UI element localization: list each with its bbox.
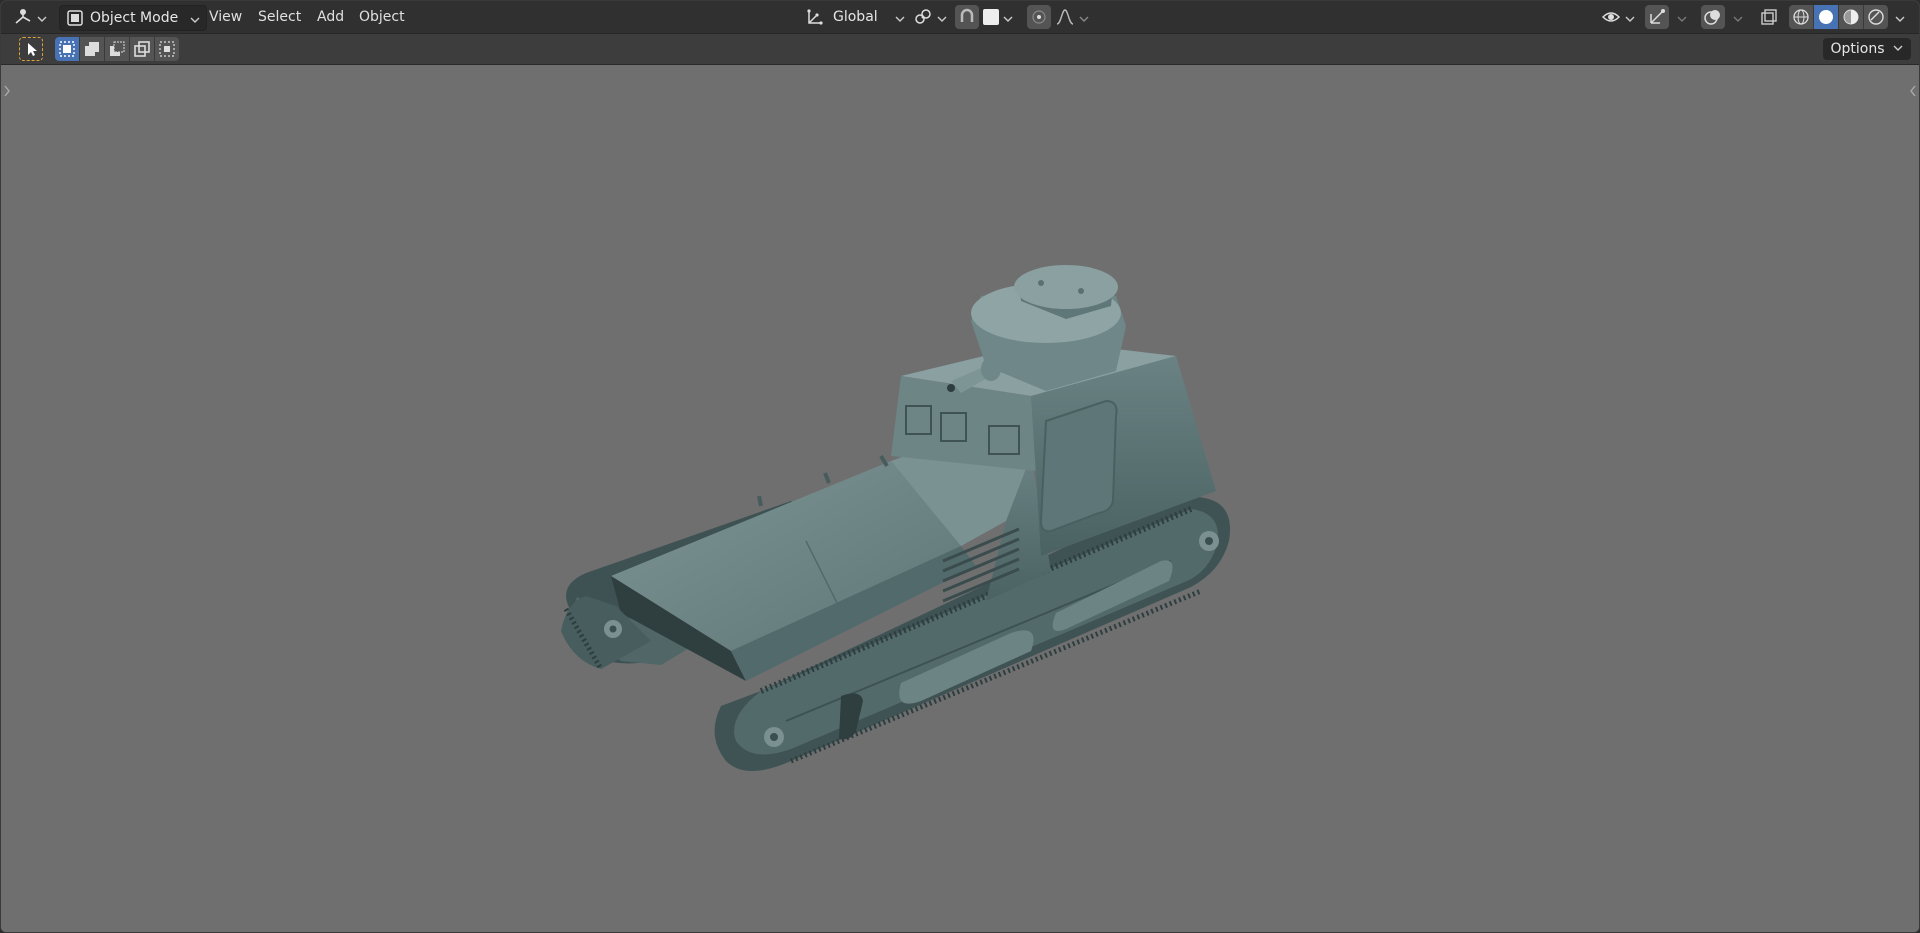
overlay-dropdown[interactable] <box>1729 5 1745 29</box>
rendered-shading-icon <box>1866 7 1886 27</box>
material-shading-button[interactable] <box>1839 5 1864 29</box>
menu-add[interactable]: Add <box>311 5 350 29</box>
solid-shading-icon <box>1816 7 1836 27</box>
pivot-point-dropdown[interactable] <box>913 5 949 29</box>
visibility-dropdown[interactable] <box>1601 5 1637 29</box>
mode-dropdown[interactable]: Object Mode <box>59 5 207 31</box>
orientation-axes-icon <box>805 7 825 27</box>
subtract-selection-icon <box>107 39 127 59</box>
set-new-selection-button[interactable] <box>55 37 80 61</box>
options-dropdown[interactable]: Options <box>1822 38 1911 60</box>
menu-object[interactable]: Object <box>353 5 411 29</box>
chevron-down-icon <box>37 12 47 22</box>
chevron-down-icon <box>1895 12 1905 22</box>
chevron-down-icon <box>1003 12 1013 22</box>
transform-orientation-dropdown[interactable]: Global <box>805 5 905 29</box>
proportional-edit-icon <box>1029 7 1049 27</box>
xray-toggle-button[interactable] <box>1757 5 1781 29</box>
shading-mode-group <box>1789 5 1888 29</box>
snap-toggle-button[interactable] <box>955 5 979 29</box>
active-tool-button[interactable] <box>19 37 43 61</box>
material-shading-icon <box>1841 7 1861 27</box>
object-mode-icon <box>66 9 84 27</box>
intersect-selection-button[interactable] <box>155 37 179 61</box>
proportional-edit-button[interactable] <box>1027 5 1051 29</box>
xray-icon <box>1759 7 1779 27</box>
menu-select[interactable]: Select <box>252 5 307 29</box>
shading-dropdown[interactable] <box>1891 5 1907 29</box>
3d-viewport[interactable] <box>1 65 1919 933</box>
invert-selection-icon <box>132 39 152 59</box>
gizmo-toggle-button[interactable] <box>1645 5 1669 29</box>
editor-type-button[interactable] <box>13 5 51 29</box>
extend-selection-icon <box>82 39 102 59</box>
chevron-down-icon <box>1677 12 1687 22</box>
extend-selection-button[interactable] <box>80 37 105 61</box>
blender-window: Object Mode View Select Add Object Globa… <box>0 0 1920 933</box>
gizmo-icon <box>1647 7 1667 27</box>
gizmo-dropdown[interactable] <box>1673 5 1689 29</box>
eye-visibility-icon <box>1601 7 1621 27</box>
falloff-curve-icon <box>1055 7 1075 27</box>
snap-icon <box>957 7 977 27</box>
chevron-down-icon <box>1625 12 1635 22</box>
chevron-down-icon <box>895 12 905 22</box>
options-label: Options <box>1830 41 1885 57</box>
set-new-selection-icon <box>57 39 77 59</box>
wireframe-shading-button[interactable] <box>1789 5 1814 29</box>
chevron-down-icon <box>1079 12 1089 22</box>
mode-label: Object Mode <box>90 10 179 26</box>
falloff-dropdown[interactable] <box>1055 5 1091 29</box>
orientation-label: Global <box>833 9 878 25</box>
select-box-tool-icon <box>21 39 41 59</box>
chevron-down-icon <box>937 12 947 22</box>
overlay-toggle-button[interactable] <box>1701 5 1725 29</box>
tank-turret <box>947 265 1126 393</box>
chevron-down-icon <box>190 13 200 23</box>
overlay-icon <box>1703 7 1723 27</box>
subtract-selection-button[interactable] <box>105 37 130 61</box>
selection-mode-group <box>55 37 179 61</box>
chevron-down-icon <box>1893 38 1903 51</box>
tool-settings-bar: Options <box>1 34 1919 65</box>
intersect-selection-icon <box>157 39 177 59</box>
wireframe-shading-icon <box>1791 7 1811 27</box>
solid-shading-button[interactable] <box>1814 5 1839 29</box>
snap-target-dropdown[interactable] <box>983 5 1019 29</box>
pivot-link-icon <box>913 7 933 27</box>
chevron-down-icon <box>1733 12 1743 22</box>
viewport-header: Object Mode View Select Add Object Globa… <box>1 1 1919 34</box>
menu-view[interactable]: View <box>203 5 248 29</box>
invert-selection-button[interactable] <box>130 37 155 61</box>
tank-model[interactable] <box>1 65 1919 933</box>
view3d-gizmo-icon <box>13 7 33 27</box>
rendered-shading-button[interactable] <box>1864 5 1888 29</box>
snap-increment-icon <box>983 9 999 25</box>
